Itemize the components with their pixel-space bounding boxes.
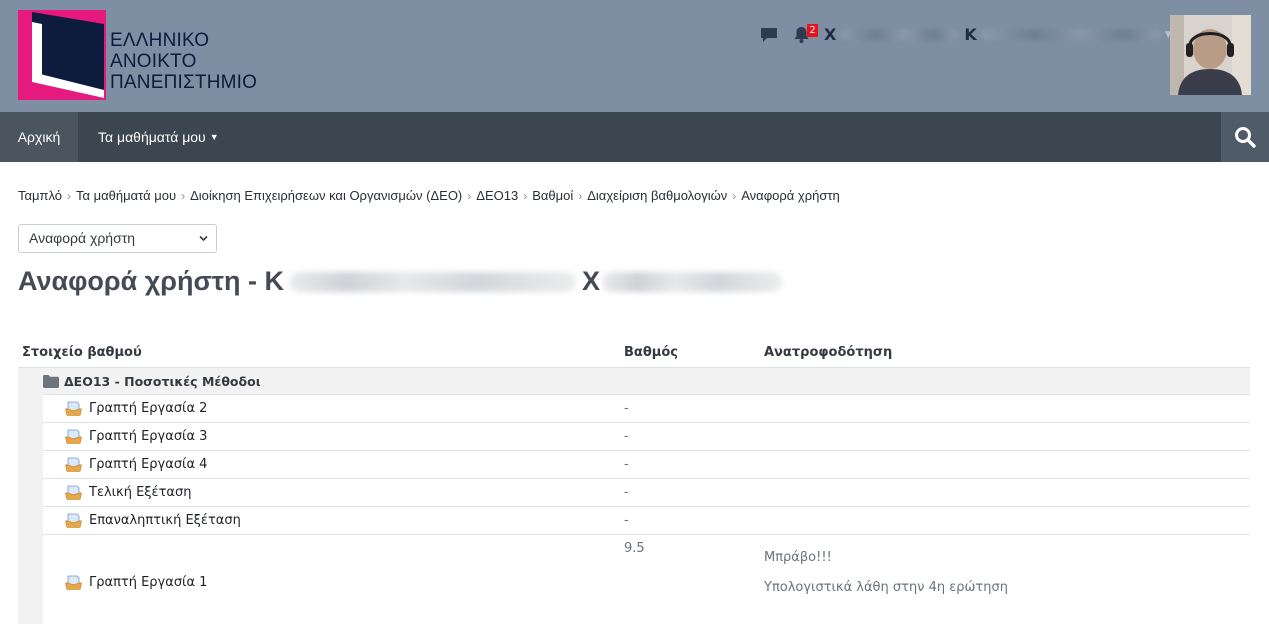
- grade-value: -: [624, 513, 629, 528]
- assignment-icon: [65, 457, 82, 472]
- column-header-feedback: Ανατροφοδότηση: [764, 345, 893, 360]
- page-title-prefix: Αναφορά χρήστη - Κ: [18, 266, 284, 296]
- user-menu[interactable]: Χ Κ ▼: [824, 25, 1172, 44]
- table-row: Τελική Εξέταση -: [43, 478, 1250, 506]
- report-type-selected-value: Αναφορά χρήστη: [29, 230, 136, 246]
- breadcrumb-item-program[interactable]: Διοίκηση Επιχειρήσεων και Οργανισμών (ΔΕ…: [190, 188, 462, 203]
- breadcrumb: Ταμπλό › Τα μαθήματά μου › Διοίκηση Επιχειρή…: [18, 188, 840, 203]
- user-last-initial: Κ: [964, 25, 977, 44]
- assignment-icon: [65, 513, 82, 528]
- redacted-last-name: [980, 28, 1161, 41]
- user-first-initial: Χ: [824, 25, 837, 44]
- logo-mark-icon: [18, 10, 106, 100]
- assignment-icon: [65, 485, 82, 500]
- table-row: Γραπτή Εργασία 3 -: [43, 422, 1250, 450]
- grade-item-link[interactable]: Γραπτή Εργασία 1: [89, 575, 207, 590]
- logo-line-2: ΑΝΟΙΚΤΟ: [110, 51, 197, 72]
- column-header-grade-item: Στοιχείο βαθμού: [22, 345, 142, 360]
- feedback-line: Μπράβο!!!: [764, 550, 832, 565]
- table-row: Επαναληπτική Εξέταση -: [43, 506, 1250, 534]
- report-type-select[interactable]: Αναφορά χρήστη: [18, 224, 217, 253]
- redacted-first-name: [840, 28, 959, 41]
- redacted-surname: [289, 271, 576, 292]
- breadcrumb-item-dashboard[interactable]: Ταμπλό: [18, 188, 62, 203]
- search-icon: [1235, 127, 1256, 148]
- grade-value: 9.5: [624, 541, 645, 556]
- chevron-down-icon: [199, 235, 208, 242]
- nav-my-courses-dropdown[interactable]: Τα μαθήματά μου ▼: [98, 112, 219, 162]
- grade-item-link[interactable]: Επαναληπτική Εξέταση: [89, 513, 241, 528]
- page-title: Αναφορά χρήστη - Κ Χ: [18, 266, 788, 297]
- primary-navigation: Αρχική Τα μαθήματά μου ▼: [0, 112, 1269, 162]
- assignment-icon: [65, 429, 82, 444]
- grade-value: -: [624, 401, 629, 416]
- grade-value: -: [624, 429, 629, 444]
- notification-count-badge: 2: [807, 24, 818, 37]
- breadcrumb-item-course[interactable]: ΔΕΟ13: [476, 188, 518, 203]
- grade-item-link[interactable]: Γραπτή Εργασία 3: [89, 429, 207, 444]
- logo-text: ΕΛΛΗΝΙΚΟ ΑΝΟΙΚΤΟ ΠΑΝΕΠΙΣΤΗΜΙΟ: [110, 30, 257, 93]
- search-button[interactable]: [1221, 112, 1269, 162]
- breadcrumb-item-grade-admin[interactable]: Διαχείριση βαθμολογιών: [587, 188, 727, 203]
- avatar[interactable]: [1170, 15, 1251, 95]
- avatar-photo: [1170, 15, 1251, 95]
- feedback-line: Υπολογιστικά λάθη στην 4η ερώτηση: [764, 580, 1008, 595]
- category-name: ΔΕΟ13 - Ποσοτικές Μέθοδοι: [64, 374, 261, 389]
- table-row: Γραπτή Εργασία 2 -: [43, 394, 1250, 422]
- nav-home-link[interactable]: Αρχική: [0, 112, 78, 162]
- logo-line-1: ΕΛΛΗΝΙΚΟ: [110, 30, 210, 51]
- grade-value: -: [624, 457, 629, 472]
- grade-item-link[interactable]: Τελική Εξέταση: [89, 485, 191, 500]
- site-header: ΕΛΛΗΝΙΚΟ ΑΝΟΙΚΤΟ ΠΑΝΕΠΙΣΤΗΜΙΟ 2 Χ Κ ▼: [0, 0, 1269, 112]
- grade-item-link[interactable]: Γραπτή Εργασία 2: [89, 401, 207, 416]
- redacted-given-name: [601, 271, 782, 292]
- breadcrumb-separator-icon: ›: [578, 189, 583, 203]
- nav-my-courses-label: Τα μαθήματά μου: [98, 129, 206, 145]
- breadcrumb-item-grades[interactable]: Βαθμοί: [532, 188, 573, 203]
- table-row: Γραπτή Εργασία 4 -: [43, 450, 1250, 478]
- feedback-cell: Μπράβο!!! Υπολογιστικά λάθη στην 4η ερώτ…: [764, 543, 1008, 603]
- assignment-icon: [65, 575, 82, 590]
- category-indent-strip: [18, 394, 43, 624]
- breadcrumb-separator-icon: ›: [523, 189, 528, 203]
- page-title-middle-initial: Χ: [581, 266, 600, 296]
- table-header-row: Στοιχείο βαθμού Βαθμός Ανατροφοδότηση: [18, 339, 1250, 367]
- category-row: ΔΕΟ13 - Ποσοτικές Μέθοδοι: [18, 367, 1250, 394]
- university-logo[interactable]: ΕΛΛΗΝΙΚΟ ΑΝΟΙΚΤΟ ΠΑΝΕΠΙΣΤΗΜΙΟ: [18, 10, 258, 102]
- folder-icon: [43, 375, 59, 388]
- column-header-grade: Βαθμός: [624, 345, 678, 360]
- breadcrumb-item-my-courses[interactable]: Τα μαθήματά μου: [76, 188, 176, 203]
- chat-icon[interactable]: [760, 27, 778, 43]
- grade-value: -: [624, 485, 629, 500]
- grade-item-link[interactable]: Γραπτή Εργασία 4: [89, 457, 207, 472]
- logo-line-3: ΠΑΝΕΠΙΣΤΗΜΙΟ: [110, 72, 258, 93]
- breadcrumb-separator-icon: ›: [467, 189, 472, 203]
- breadcrumb-separator-icon: ›: [181, 189, 186, 203]
- table-row: Γραπτή Εργασία 1 9.5 Μπράβο!!! Υπολογιστ…: [43, 534, 1250, 624]
- breadcrumb-item-user-report: Αναφορά χρήστη: [741, 188, 840, 203]
- assignment-icon: [65, 401, 82, 416]
- breadcrumb-separator-icon: ›: [732, 189, 737, 203]
- chevron-down-icon: ▼: [209, 132, 219, 142]
- breadcrumb-separator-icon: ›: [67, 189, 72, 203]
